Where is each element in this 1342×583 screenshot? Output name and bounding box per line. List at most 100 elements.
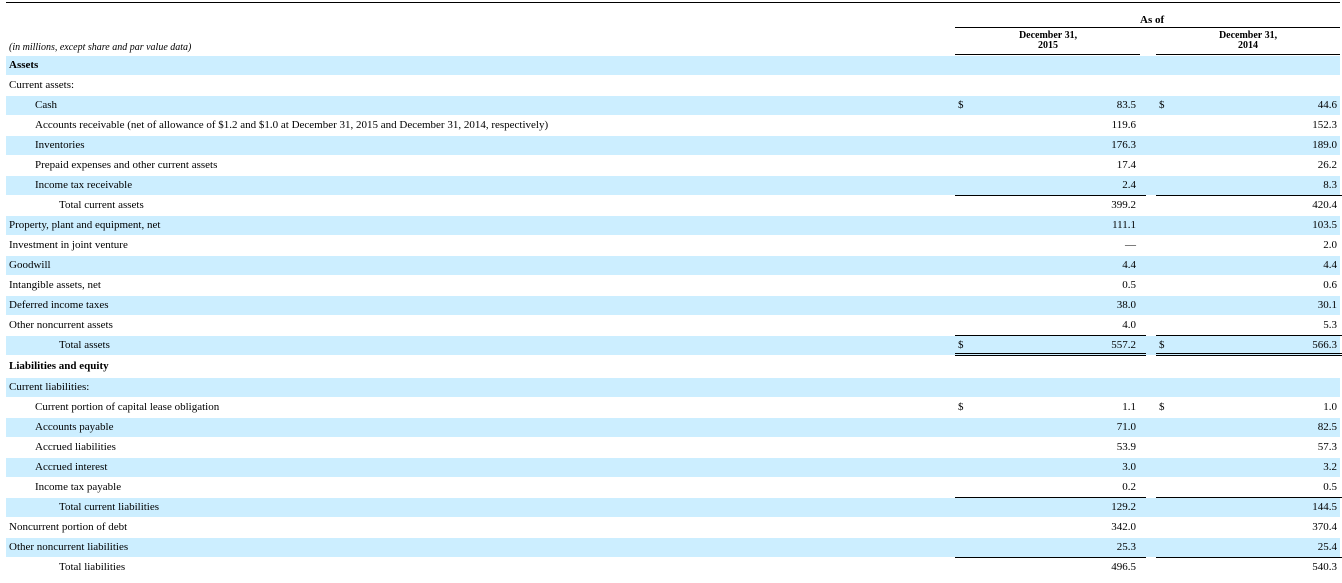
- value-2014: 8.3: [1323, 179, 1337, 191]
- value-2014: 189.0: [1312, 139, 1337, 151]
- table-row: Total assets $ 557.2 $ 566.3: [6, 335, 1342, 356]
- row-label: Investment in joint venture: [9, 239, 128, 251]
- row-label: Income tax payable: [35, 481, 122, 493]
- value-2015: —: [1125, 239, 1136, 251]
- subtotal-rule: [955, 335, 1146, 336]
- table-row: Intangible assets, net 0.5 0.6: [6, 275, 1340, 295]
- currency-symbol: $: [958, 339, 964, 351]
- column-header-2014: December 31, 2014: [1158, 31, 1338, 51]
- column-header-2015-line2: 2015: [1038, 40, 1058, 51]
- as-of-header: As of: [1140, 14, 1165, 26]
- top-rule: [6, 2, 1340, 3]
- table-row: Accrued liabilities 53.9 57.3: [6, 437, 1340, 457]
- table-row: Total current liabilities 129.2 144.5: [6, 497, 1342, 517]
- table-row: Total current assets 399.2 420.4: [6, 195, 1342, 215]
- table-row: Investment in joint venture — 2.0: [6, 235, 1340, 255]
- value-2014: 566.3: [1312, 339, 1337, 351]
- value-2014: 5.3: [1323, 319, 1337, 331]
- row-label: Goodwill: [9, 259, 51, 271]
- value-2015: 4.0: [1122, 319, 1136, 331]
- table-row: Noncurrent portion of debt 342.0 370.4: [6, 517, 1340, 537]
- subtotal-rule: [955, 195, 1146, 196]
- value-2014: 4.4: [1323, 259, 1337, 271]
- value-2015: 38.0: [1116, 299, 1136, 311]
- value-2014: 540.3: [1312, 561, 1337, 573]
- row-label: Noncurrent portion of debt: [9, 521, 128, 533]
- value-2015: 3.0: [1122, 461, 1136, 473]
- value-2015: 71.0: [1116, 421, 1136, 433]
- value-2014: 420.4: [1312, 199, 1337, 211]
- column-header-2014-line2: 2014: [1238, 40, 1258, 51]
- table-row: Accounts receivable (net of allowance of…: [6, 115, 1340, 135]
- row-label: Current portion of capital lease obligat…: [35, 401, 220, 413]
- table-row: Other noncurrent assets 4.0 5.3: [6, 315, 1340, 335]
- table-row: Other noncurrent liabilities 25.3 25.4: [6, 537, 1340, 557]
- value-2015: 496.5: [1111, 561, 1136, 573]
- table-row: Prepaid expenses and other current asset…: [6, 155, 1340, 175]
- value-2015: 399.2: [1111, 199, 1136, 211]
- value-2014: 57.3: [1317, 441, 1337, 453]
- value-2014: 103.5: [1312, 219, 1337, 231]
- table-row: Income tax payable 0.2 0.5: [6, 477, 1340, 497]
- table-row: Current liabilities:: [6, 377, 1340, 397]
- value-2014: 44.6: [1317, 99, 1337, 111]
- currency-symbol: $: [1159, 339, 1165, 351]
- as-of-rule: [955, 27, 1340, 28]
- row-label: Accrued liabilities: [35, 441, 116, 453]
- row-label: Other noncurrent assets: [9, 319, 113, 331]
- subtotal-rule: [1156, 195, 1342, 196]
- value-2015: 1.1: [1122, 401, 1136, 413]
- row-label: Deferred income taxes: [9, 299, 109, 311]
- value-2015: 2.4: [1122, 179, 1136, 191]
- value-2015: 111.1: [1112, 219, 1136, 231]
- row-label: Accounts receivable (net of allowance of…: [35, 119, 549, 131]
- value-2014: 0.5: [1323, 481, 1337, 493]
- table-row: Total liabilities 496.5 540.3: [6, 557, 1342, 577]
- table-row: Current assets:: [6, 75, 1340, 95]
- value-2014: 1.0: [1323, 401, 1337, 413]
- balance-sheet-table: Assets Current assets: Cash $ 83.5 $ 44.…: [6, 55, 1342, 577]
- subtotal-rule: [1156, 335, 1342, 336]
- units-note: (in millions, except share and par value…: [9, 42, 192, 53]
- value-2015: 176.3: [1111, 139, 1136, 151]
- value-2014: 26.2: [1317, 159, 1337, 171]
- row-label: Other noncurrent liabilities: [9, 541, 129, 553]
- row-label: Total current assets: [59, 199, 144, 211]
- subtotal-rule: [1156, 557, 1342, 558]
- row-label: Property, plant and equipment, net: [9, 219, 161, 231]
- total-double-rule: [1156, 353, 1342, 356]
- currency-symbol: $: [958, 401, 964, 413]
- table-row: Income tax receivable 2.4 8.3: [6, 175, 1340, 195]
- currency-symbol: $: [958, 99, 964, 111]
- value-2015: 53.9: [1116, 441, 1136, 453]
- value-2014: 2.0: [1323, 239, 1337, 251]
- row-label: Income tax receivable: [35, 179, 133, 191]
- row-label: Assets: [9, 59, 39, 71]
- value-2015: 4.4: [1122, 259, 1136, 271]
- row-label: Current liabilities:: [9, 381, 90, 393]
- value-2015: 557.2: [1111, 339, 1136, 351]
- subtotal-rule: [955, 557, 1146, 558]
- column-header-2015: December 31, 2015: [958, 31, 1138, 51]
- row-label: Total liabilities: [59, 561, 126, 573]
- value-2014: 0.6: [1323, 279, 1337, 291]
- row-label: Intangible assets, net: [9, 279, 101, 291]
- table-row: Current portion of capital lease obligat…: [6, 397, 1340, 417]
- value-2015: 25.3: [1116, 541, 1136, 553]
- currency-symbol: $: [1159, 99, 1165, 111]
- row-label: Cash: [35, 99, 57, 111]
- value-2014: 25.4: [1317, 541, 1337, 553]
- row-label: Current assets:: [9, 79, 75, 91]
- subtotal-rule: [1156, 497, 1342, 498]
- value-2015: 0.2: [1122, 481, 1136, 493]
- value-2014: 370.4: [1312, 521, 1337, 533]
- table-row: Deferred income taxes 38.0 30.1: [6, 295, 1340, 315]
- table-row: Goodwill 4.4 4.4: [6, 255, 1340, 275]
- value-2014: 82.5: [1317, 421, 1337, 433]
- row-label: Total current liabilities: [59, 501, 160, 513]
- value-2015: 83.5: [1116, 99, 1136, 111]
- row-label: Total assets: [59, 339, 110, 351]
- value-2015: 119.6: [1111, 119, 1136, 131]
- value-2014: 144.5: [1312, 501, 1337, 513]
- subtotal-rule: [955, 497, 1146, 498]
